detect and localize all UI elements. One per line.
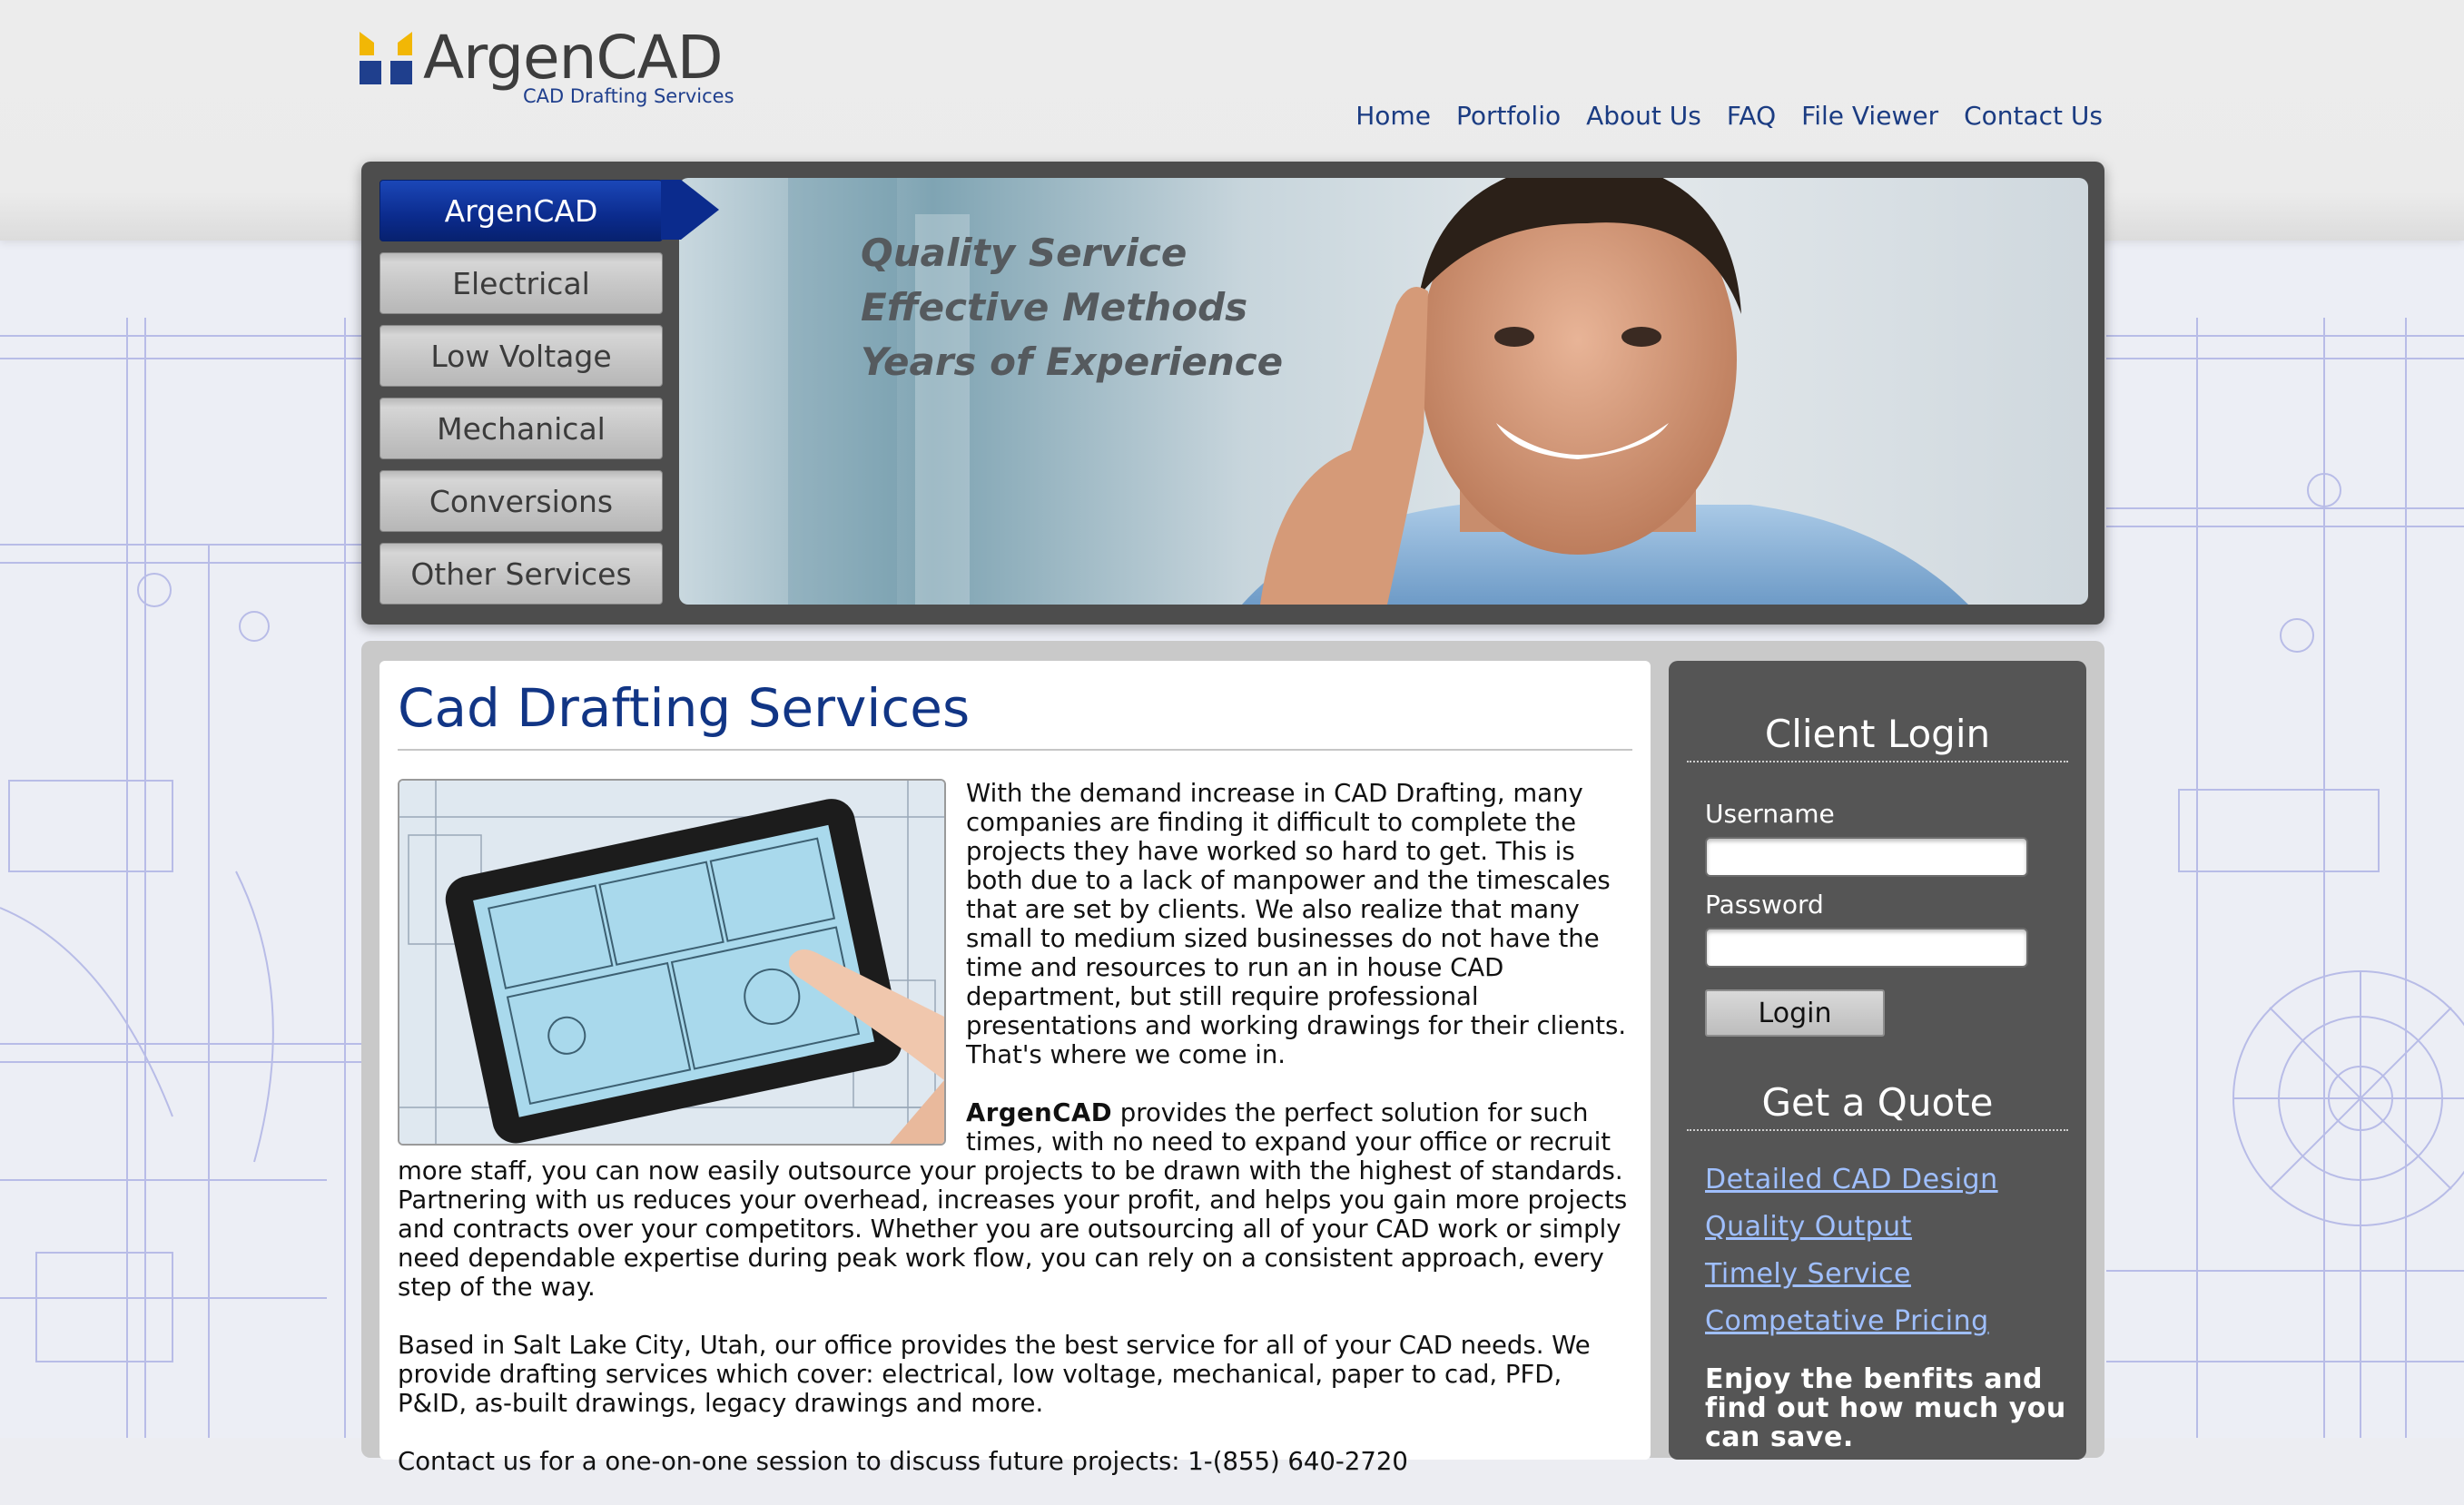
top-nav: Home Portfolio About Us FAQ File Viewer …	[1355, 101, 2103, 131]
tablet-blueprint-image	[398, 779, 946, 1146]
tagline-effective-methods: Effective Methods	[861, 285, 1248, 330]
quote-link-timely-service[interactable]: Timely Service	[1705, 1258, 1911, 1290]
tab-argencad[interactable]: ArgenCAD	[379, 180, 663, 241]
username-input[interactable]	[1705, 837, 2028, 877]
nav-contact-us[interactable]: Contact Us	[1964, 101, 2103, 131]
username-label: Username	[1705, 799, 1835, 829]
savings-callout: Enjoy the benfits and find out how much …	[1705, 1363, 2066, 1453]
nav-about-us[interactable]: About Us	[1586, 101, 1701, 131]
tab-low-voltage[interactable]: Low Voltage	[379, 325, 663, 387]
contact-paragraph: Contact us for a one-on-one session to d…	[398, 1447, 1408, 1476]
tab-electrical[interactable]: Electrical	[379, 252, 663, 314]
tablet-illustration	[399, 781, 944, 1144]
sidebar: Client Login Username Password Login Get…	[1669, 661, 2086, 1460]
tagline-years-of-experience: Years of Experience	[861, 339, 1284, 384]
quote-link-competative-pricing[interactable]: Competative Pricing	[1705, 1305, 1989, 1337]
quote-link-detailed-cad-design[interactable]: Detailed CAD Design	[1705, 1164, 1998, 1195]
hero-image: Quality Service Effective Methods Years …	[679, 178, 2088, 605]
login-divider	[1687, 761, 2068, 762]
tab-other-services[interactable]: Other Services	[379, 543, 663, 605]
tab-conversions[interactable]: Conversions	[379, 470, 663, 532]
quote-link-quality-output[interactable]: Quality Output	[1705, 1211, 1912, 1243]
login-button[interactable]: Login	[1705, 989, 1885, 1037]
title-divider	[398, 749, 1632, 751]
hero-banner: Quality Service Effective Methods Years …	[361, 162, 2104, 625]
client-login-title: Client Login	[1764, 712, 1991, 756]
get-a-quote-title: Get a Quote	[1761, 1080, 1994, 1125]
quote-divider	[1687, 1129, 2068, 1131]
article-body: With the demand increase in CAD Drafting…	[398, 779, 1632, 1505]
main-panel: Cad Drafting Services With the demand in…	[361, 641, 2104, 1476]
brand-name-inline: ArgenCAD	[966, 1098, 1113, 1127]
password-input[interactable]	[1705, 928, 2028, 968]
tab-mechanical[interactable]: Mechanical	[379, 398, 663, 459]
content-area: Cad Drafting Services With the demand in…	[379, 661, 1651, 1476]
active-tab-arrow-icon	[661, 180, 719, 240]
nav-portfolio[interactable]: Portfolio	[1456, 101, 1561, 131]
logo-mark-icon	[360, 32, 412, 84]
nav-file-viewer[interactable]: File Viewer	[1801, 101, 1938, 131]
location-paragraph: Based in Salt Lake City, Utah, our offic…	[398, 1331, 1591, 1418]
page-title: Cad Drafting Services	[398, 677, 971, 739]
password-label: Password	[1705, 890, 1824, 920]
tagline-quality-service: Quality Service	[861, 231, 1188, 275]
logo-tagline: CAD Drafting Services	[523, 85, 734, 107]
argencad-logo[interactable]: ArgenCAD CAD Drafting Services	[360, 23, 734, 113]
logo-wordmark: ArgenCAD	[423, 23, 724, 93]
nav-faq[interactable]: FAQ	[1727, 101, 1776, 131]
nav-home[interactable]: Home	[1355, 101, 1431, 131]
